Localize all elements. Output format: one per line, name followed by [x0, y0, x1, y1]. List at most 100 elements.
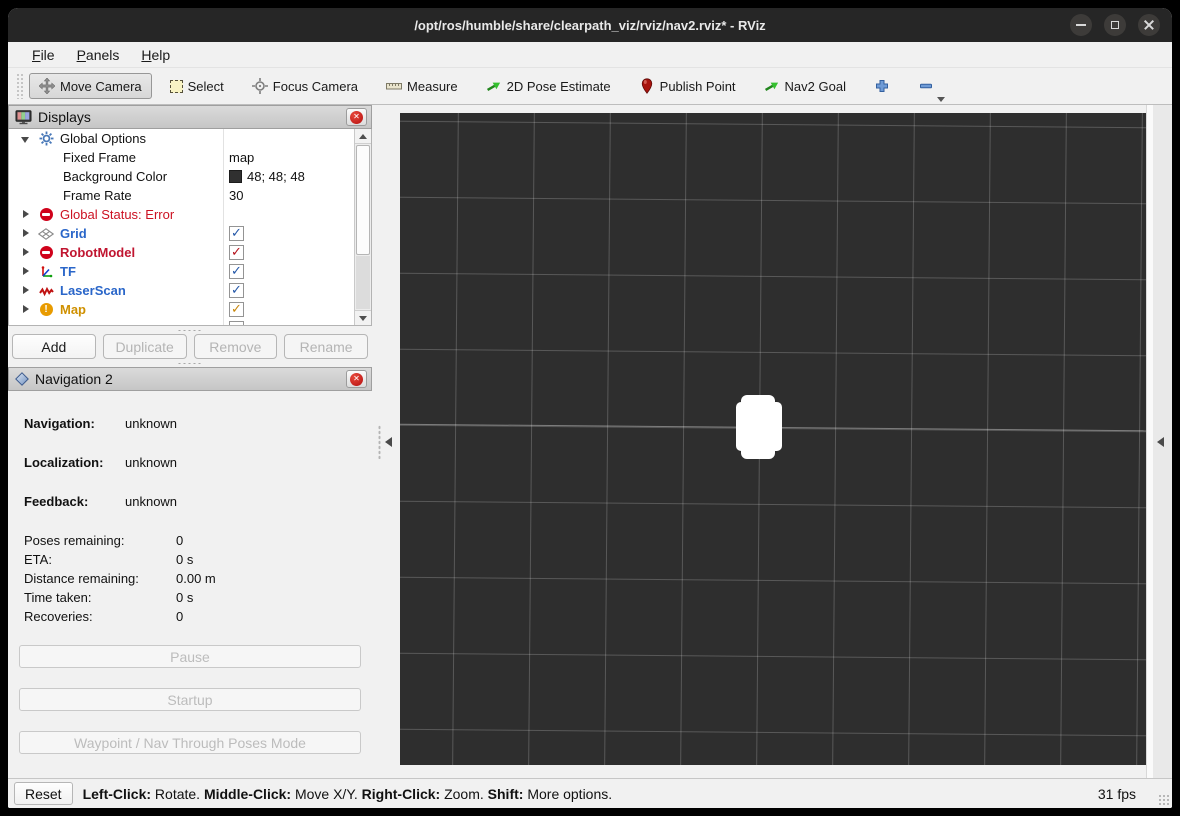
scroll-up-button[interactable]: [355, 129, 371, 144]
title-bar[interactable]: /opt/ros/humble/share/clearpath_viz/rviz…: [8, 8, 1172, 42]
panel-splitter[interactable]: [372, 105, 400, 778]
scrollbar-thumb[interactable]: [356, 145, 370, 255]
panel-resize-handle[interactable]: [8, 359, 372, 367]
laserscan-checkbox[interactable]: [229, 283, 244, 298]
warning-icon: !: [38, 302, 54, 317]
color-swatch[interactable]: [229, 170, 242, 183]
expander-closed-icon[interactable]: [21, 229, 31, 239]
row-value[interactable]: 30: [229, 188, 243, 203]
waypoint-mode-button[interactable]: Waypoint / Nav Through Poses Mode: [19, 731, 361, 754]
right-splitter[interactable]: [1153, 105, 1172, 778]
tf-checkbox[interactable]: [229, 264, 244, 279]
expander-closed-icon[interactable]: [21, 305, 31, 315]
publish-point-tool[interactable]: Publish Point: [629, 73, 746, 99]
collapse-right-icon[interactable]: [1157, 437, 1164, 447]
expander-closed-icon[interactable]: [21, 210, 31, 220]
expander-closed-icon[interactable]: [21, 267, 31, 277]
tree-row-frame-rate[interactable]: Frame Rate 30: [9, 186, 371, 205]
scroll-down-button[interactable]: [355, 310, 371, 325]
map-checkbox[interactable]: [229, 302, 244, 317]
menu-help[interactable]: Help: [131, 45, 180, 65]
move-camera-tool[interactable]: Move Camera: [29, 73, 152, 99]
tree-row-background-color[interactable]: Background Color 48; 48; 48: [9, 167, 371, 186]
row-label: LaserScan: [60, 283, 126, 298]
duplicate-button[interactable]: Duplicate: [103, 334, 187, 359]
tree-scrollbar[interactable]: [354, 129, 371, 325]
expander-open-icon[interactable]: [21, 134, 31, 144]
tree-row-partial[interactable]: [9, 319, 371, 326]
arrow-up-icon: [359, 134, 367, 139]
panel-resize-handle[interactable]: [8, 326, 372, 334]
nav2-panel-header[interactable]: Navigation 2 ✕: [8, 367, 372, 391]
publish-point-icon: [639, 78, 655, 94]
error-icon: [38, 207, 54, 222]
remove-tool-button[interactable]: [908, 73, 944, 99]
toolbar-drag-handle[interactable]: [16, 73, 23, 99]
displays-panel-header[interactable]: Displays ✕: [8, 105, 372, 129]
expander-closed-icon[interactable]: [21, 286, 31, 296]
close-button[interactable]: [1138, 14, 1160, 36]
row-label: Grid: [60, 226, 87, 241]
tool-label: 2D Pose Estimate: [507, 79, 611, 94]
add-button[interactable]: Add: [12, 334, 96, 359]
pause-button[interactable]: Pause: [19, 645, 361, 668]
tree-row-fixed-frame[interactable]: Fixed Frame map: [9, 148, 371, 167]
nav2-panel-title: Navigation 2: [35, 371, 340, 387]
close-icon: ✕: [350, 373, 363, 386]
tree-row-global-status[interactable]: Global Status: Error: [9, 205, 371, 224]
row-label: Global Options: [60, 131, 146, 146]
menu-panels[interactable]: Panels: [67, 45, 130, 65]
stat-value: 0: [176, 533, 183, 548]
tree-row-laserscan[interactable]: LaserScan: [9, 281, 371, 300]
left-panel: Displays ✕: [8, 105, 372, 778]
displays-close-button[interactable]: ✕: [346, 108, 367, 126]
menu-bar: File Panels Help: [8, 42, 1172, 68]
resize-grip[interactable]: [1158, 794, 1170, 806]
displays-tree[interactable]: Global Options Fixed Frame map Backgroun…: [8, 129, 372, 326]
select-tool[interactable]: Select: [160, 74, 234, 99]
render-view-3d[interactable]: [400, 113, 1146, 765]
expander-closed-icon[interactable]: [21, 248, 31, 258]
tree-row-robotmodel[interactable]: RobotModel: [9, 243, 371, 262]
tree-row-global-options[interactable]: Global Options: [9, 129, 371, 148]
reset-button[interactable]: Reset: [14, 782, 73, 805]
tree-row-tf[interactable]: TF: [9, 262, 371, 281]
startup-button[interactable]: Startup: [19, 688, 361, 711]
nav2-panel-content: Navigation: unknown Localization: unknow…: [8, 391, 372, 778]
row-value[interactable]: map: [229, 150, 254, 165]
displays-buttons: Add Duplicate Remove Rename: [8, 334, 372, 359]
mouse-hints: Left-Click: Rotate. Middle-Click: Move X…: [83, 786, 1098, 802]
tool-label: Move Camera: [60, 79, 142, 94]
stat-label: Distance remaining:: [24, 571, 176, 586]
tree-row-map[interactable]: ! Map: [9, 300, 371, 319]
maximize-button[interactable]: [1104, 14, 1126, 36]
row-value[interactable]: 48; 48; 48: [247, 169, 305, 184]
rviz-window: /opt/ros/humble/share/clearpath_viz/rviz…: [8, 8, 1172, 808]
focus-camera-icon: [252, 78, 268, 94]
robotmodel-checkbox[interactable]: [229, 245, 244, 260]
pose-estimate-tool[interactable]: 2D Pose Estimate: [476, 73, 621, 99]
nav2-goal-tool[interactable]: Nav2 Goal: [754, 73, 856, 99]
focus-camera-tool[interactable]: Focus Camera: [242, 73, 368, 99]
rename-button[interactable]: Rename: [284, 334, 368, 359]
status-value: unknown: [125, 455, 177, 470]
remove-button[interactable]: Remove: [194, 334, 278, 359]
add-tool-button[interactable]: [864, 73, 900, 99]
stat-label: ETA:: [24, 552, 176, 567]
scrollbar-track[interactable]: [356, 256, 370, 309]
collapse-left-icon[interactable]: [385, 437, 392, 447]
viewport-column: [400, 105, 1146, 778]
tree-row-grid[interactable]: Grid: [9, 224, 371, 243]
laserscan-icon: [38, 283, 54, 298]
nav-stat-row: ETA: 0 s: [24, 550, 193, 569]
window-title: /opt/ros/humble/share/clearpath_viz/rviz…: [414, 18, 765, 33]
measure-tool[interactable]: Measure: [376, 73, 468, 99]
status-value: unknown: [125, 494, 177, 509]
stat-label: Poses remaining:: [24, 533, 176, 548]
stat-label: Time taken:: [24, 590, 176, 605]
minimize-button[interactable]: [1070, 14, 1092, 36]
grid-checkbox[interactable]: [229, 226, 244, 241]
menu-file[interactable]: File: [22, 45, 65, 65]
row-label: RobotModel: [60, 245, 135, 260]
nav2-close-button[interactable]: ✕: [346, 370, 367, 388]
